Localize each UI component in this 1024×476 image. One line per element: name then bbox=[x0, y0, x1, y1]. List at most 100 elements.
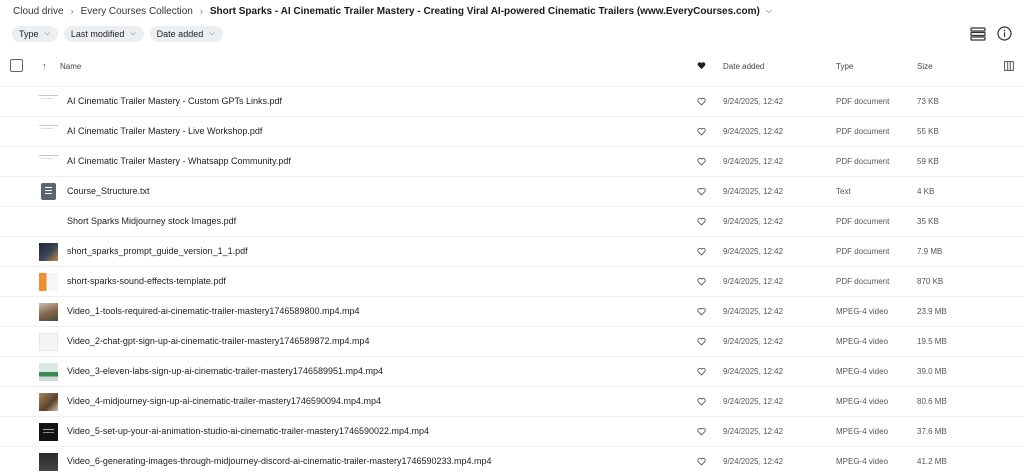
file-date: 9/24/2025, 12:42 bbox=[723, 397, 784, 406]
breadcrumb: Cloud drive › Every Courses Collection ›… bbox=[13, 4, 772, 18]
filter-last-modified-label: Last modified bbox=[70, 29, 125, 39]
video-thumbnail bbox=[39, 303, 58, 321]
file-size: 23.9 MB bbox=[917, 307, 947, 316]
file-size: 39.0 MB bbox=[917, 367, 947, 376]
breadcrumb-root[interactable]: Cloud drive bbox=[13, 6, 64, 17]
file-size: 870 KB bbox=[917, 277, 944, 286]
file-name[interactable]: AI Cinematic Trailer Mastery - Live Work… bbox=[67, 126, 262, 136]
file-name[interactable]: Video_3-eleven-labs-sign-up-ai-cinematic… bbox=[67, 366, 383, 376]
file-name[interactable]: Video_5-set-up-your-ai-animation-studio-… bbox=[67, 426, 429, 436]
chevron-down-icon[interactable]: ⌵ bbox=[766, 6, 772, 16]
filter-date-added-label: Date added bbox=[156, 29, 204, 39]
column-header-type[interactable]: Type bbox=[836, 62, 853, 71]
table-row[interactable]: Video_2-chat-gpt-sign-up-ai-cinematic-tr… bbox=[0, 326, 1024, 356]
file-thumbnail bbox=[39, 93, 58, 111]
heart-icon[interactable] bbox=[697, 427, 706, 438]
table-row[interactable]: AI Cinematic Trailer Mastery - Custom GP… bbox=[0, 86, 1024, 116]
heart-icon[interactable] bbox=[697, 367, 706, 378]
breadcrumb-parent[interactable]: Every Courses Collection bbox=[81, 6, 193, 17]
heart-icon[interactable] bbox=[697, 61, 706, 72]
sort-ascending-icon[interactable]: ↑ bbox=[42, 61, 47, 71]
heart-icon[interactable] bbox=[697, 307, 706, 318]
file-size: 55 KB bbox=[917, 127, 939, 136]
filter-type[interactable]: Type ⌵ bbox=[12, 26, 58, 42]
chevron-down-icon: ⌵ bbox=[44, 30, 50, 37]
file-name[interactable]: Course_Structure.txt bbox=[67, 186, 150, 196]
heart-icon[interactable] bbox=[697, 247, 706, 258]
file-name[interactable]: AI Cinematic Trailer Mastery - Custom GP… bbox=[67, 96, 282, 106]
table-row[interactable]: AI Cinematic Trailer Mastery - Whatsapp … bbox=[0, 146, 1024, 176]
column-header-size[interactable]: Size bbox=[917, 62, 933, 71]
file-name[interactable]: Video_6-generating-images-through-midjou… bbox=[67, 456, 492, 466]
table-row[interactable]: short-sparks-sound-effects-template.pdf … bbox=[0, 266, 1024, 296]
video-thumbnail bbox=[39, 393, 58, 411]
columns-icon[interactable] bbox=[1004, 61, 1014, 73]
file-type: MPEG-4 video bbox=[836, 427, 889, 436]
list-view-icon[interactable] bbox=[970, 26, 986, 41]
info-icon[interactable] bbox=[997, 26, 1012, 41]
file-size: 80.6 MB bbox=[917, 397, 947, 406]
filter-last-modified[interactable]: Last modified ⌵ bbox=[63, 26, 144, 42]
filter-date-added[interactable]: Date added ⌵ bbox=[149, 26, 223, 42]
heart-icon[interactable] bbox=[697, 457, 706, 468]
file-type: PDF document bbox=[836, 247, 890, 256]
table-row[interactable]: Video_1-tools-required-ai-cinematic-trai… bbox=[0, 296, 1024, 326]
file-name[interactable]: Video_2-chat-gpt-sign-up-ai-cinematic-tr… bbox=[67, 336, 369, 346]
heart-icon[interactable] bbox=[697, 397, 706, 408]
file-name[interactable]: Short Sparks Midjourney stock Images.pdf bbox=[67, 216, 236, 226]
filter-bar: Type ⌵ Last modified ⌵ Date added ⌵ bbox=[12, 26, 223, 42]
heart-icon[interactable] bbox=[697, 187, 706, 198]
file-date: 9/24/2025, 12:42 bbox=[723, 217, 784, 226]
table-row[interactable]: AI Cinematic Trailer Mastery - Live Work… bbox=[0, 116, 1024, 146]
video-thumbnail bbox=[39, 333, 58, 351]
file-type: MPEG-4 video bbox=[836, 457, 889, 466]
file-size: 19.5 MB bbox=[917, 337, 947, 346]
chevron-down-icon: ⌵ bbox=[130, 30, 136, 37]
file-date: 9/24/2025, 12:42 bbox=[723, 427, 784, 436]
file-date: 9/24/2025, 12:42 bbox=[723, 157, 784, 166]
file-type: PDF document bbox=[836, 157, 890, 166]
heart-icon[interactable] bbox=[697, 277, 706, 288]
file-date: 9/24/2025, 12:42 bbox=[723, 367, 784, 376]
chevron-right-icon: › bbox=[70, 6, 74, 16]
text-file-icon bbox=[41, 183, 56, 200]
heart-icon[interactable] bbox=[697, 127, 706, 138]
file-type: PDF document bbox=[836, 97, 890, 106]
file-date: 9/24/2025, 12:42 bbox=[723, 127, 784, 136]
file-date: 9/24/2025, 12:42 bbox=[723, 457, 784, 466]
file-name[interactable]: short_sparks_prompt_guide_version_1_1.pd… bbox=[67, 246, 248, 256]
table-row[interactable]: Video_5-set-up-your-ai-animation-studio-… bbox=[0, 416, 1024, 446]
breadcrumb-current[interactable]: Short Sparks - AI Cinematic Trailer Mast… bbox=[210, 6, 760, 17]
heart-icon[interactable] bbox=[697, 157, 706, 168]
heart-icon[interactable] bbox=[697, 337, 706, 348]
table-row[interactable]: Short Sparks Midjourney stock Images.pdf… bbox=[0, 206, 1024, 236]
table-row[interactable]: Course_Structure.txt 9/24/2025, 12:42 Te… bbox=[0, 176, 1024, 206]
filter-type-label: Type bbox=[19, 29, 39, 39]
file-thumbnail bbox=[39, 123, 58, 141]
file-size: 35 KB bbox=[917, 217, 939, 226]
file-name[interactable]: Video_1-tools-required-ai-cinematic-trai… bbox=[67, 306, 359, 316]
video-thumbnail bbox=[39, 453, 58, 471]
column-header-date-added[interactable]: Date added bbox=[723, 62, 764, 71]
file-type: PDF document bbox=[836, 217, 890, 226]
file-name[interactable]: short-sparks-sound-effects-template.pdf bbox=[67, 276, 226, 286]
file-size: 73 KB bbox=[917, 97, 939, 106]
file-list: AI Cinematic Trailer Mastery - Custom GP… bbox=[0, 86, 1024, 476]
select-all-checkbox[interactable] bbox=[10, 59, 23, 72]
column-header-name[interactable]: Name bbox=[60, 62, 81, 71]
table-row[interactable]: Video_6-generating-images-through-midjou… bbox=[0, 446, 1024, 476]
file-type: MPEG-4 video bbox=[836, 397, 889, 406]
file-date: 9/24/2025, 12:42 bbox=[723, 277, 784, 286]
table-row[interactable]: Video_4-midjourney-sign-up-ai-cinematic-… bbox=[0, 386, 1024, 416]
video-thumbnail bbox=[39, 423, 58, 441]
heart-icon[interactable] bbox=[697, 97, 706, 108]
file-type: PDF document bbox=[836, 277, 890, 286]
file-name[interactable]: Video_4-midjourney-sign-up-ai-cinematic-… bbox=[67, 396, 381, 406]
table-row[interactable]: short_sparks_prompt_guide_version_1_1.pd… bbox=[0, 236, 1024, 266]
table-row[interactable]: Video_3-eleven-labs-sign-up-ai-cinematic… bbox=[0, 356, 1024, 386]
chevron-down-icon: ⌵ bbox=[209, 30, 215, 37]
file-date: 9/24/2025, 12:42 bbox=[723, 307, 784, 316]
file-name[interactable]: AI Cinematic Trailer Mastery - Whatsapp … bbox=[67, 156, 291, 166]
heart-icon[interactable] bbox=[697, 217, 706, 228]
file-size: 37.6 MB bbox=[917, 427, 947, 436]
